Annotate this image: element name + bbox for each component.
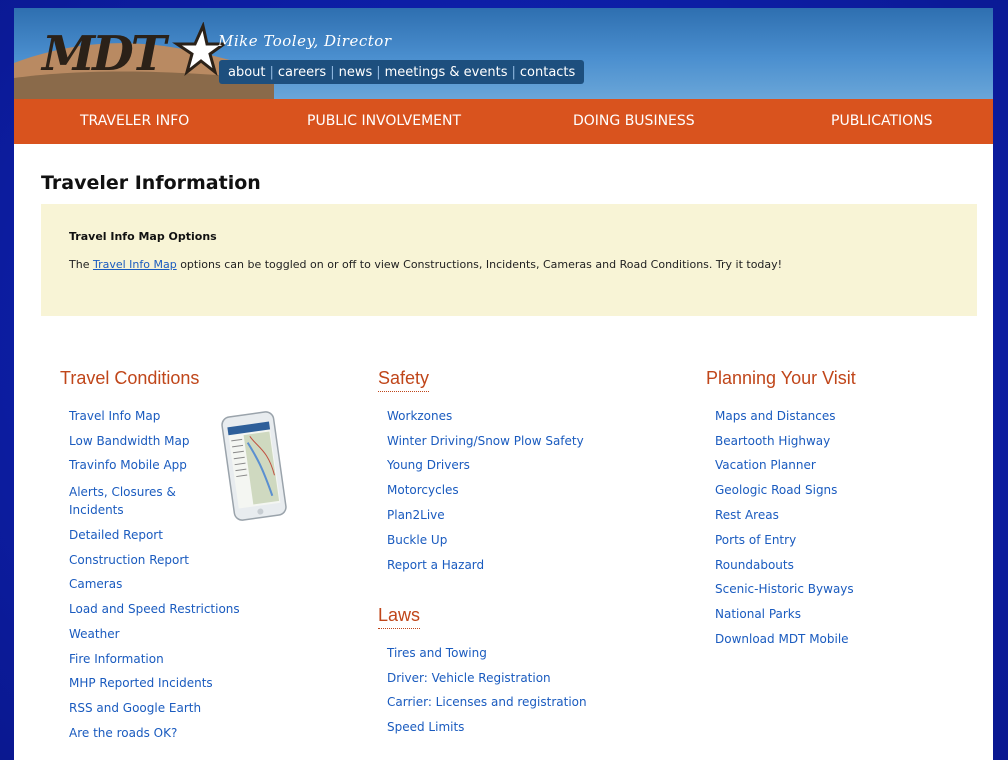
notice-text-after: options can be toggled on or off to view… [176, 258, 783, 271]
link-scenic-historic-byways[interactable]: Scenic-Historic Byways [715, 583, 854, 596]
nav-doing-business[interactable]: DOING BUSINESS [573, 113, 695, 129]
link-weather[interactable]: Weather [69, 628, 120, 641]
link-incidents[interactable]: Incidents [69, 504, 124, 517]
link-alerts-closures[interactable]: Alerts, Closures & [69, 486, 176, 499]
link-winter-driving[interactable]: Winter Driving/Snow Plow Safety [387, 435, 584, 448]
safety-heading: Safety [378, 368, 430, 392]
news-link[interactable]: news [336, 65, 376, 80]
link-geologic-road-signs[interactable]: Geologic Road Signs [715, 484, 837, 497]
link-plan2live[interactable]: Plan2Live [387, 509, 445, 522]
top-links: about | careers | news | meetings & even… [219, 60, 585, 84]
link-beartooth-highway[interactable]: Beartooth Highway [715, 435, 830, 448]
link-national-parks[interactable]: National Parks [715, 608, 801, 621]
link-rest-areas[interactable]: Rest Areas [715, 509, 779, 522]
travel-conditions-column: Travel Conditions [60, 368, 199, 389]
link-travel-info-map[interactable]: Travel Info Map [69, 410, 160, 423]
link-rss-google-earth[interactable]: RSS and Google Earth [69, 702, 201, 715]
notice-text-before: The [69, 258, 93, 271]
link-detailed-report[interactable]: Detailed Report [69, 529, 163, 542]
nav-publications[interactable]: PUBLICATIONS [831, 113, 933, 129]
link-download-mdt-mobile[interactable]: Download MDT Mobile [715, 633, 849, 646]
nav-traveler-info[interactable]: TRAVELER INFO [80, 113, 189, 129]
director-name: Mike Tooley, Director [218, 32, 392, 50]
link-cameras[interactable]: Cameras [69, 578, 122, 591]
link-mhp-reported-incidents[interactable]: MHP Reported Incidents [69, 677, 213, 690]
travel-info-map-link[interactable]: Travel Info Map [93, 258, 177, 271]
main-nav: TRAVELER INFO PUBLIC INVOLVEMENT DOING B… [14, 99, 993, 144]
link-buckle-up[interactable]: Buckle Up [387, 534, 447, 547]
meetings-events-link[interactable]: meetings & events [382, 65, 511, 80]
planning-column: Planning Your Visit [706, 368, 856, 389]
laws-column: Laws [378, 605, 421, 629]
link-are-roads-ok[interactable]: Are the roads OK? [69, 727, 177, 740]
link-load-speed-restrictions[interactable]: Load and Speed Restrictions [69, 603, 240, 616]
mobile-app-image[interactable] [218, 408, 290, 524]
link-vacation-planner[interactable]: Vacation Planner [715, 459, 816, 472]
link-roundabouts[interactable]: Roundabouts [715, 559, 794, 572]
link-tires-towing[interactable]: Tires and Towing [387, 647, 487, 660]
link-young-drivers[interactable]: Young Drivers [387, 459, 470, 472]
link-ports-of-entry[interactable]: Ports of Entry [715, 534, 796, 547]
notice-box: Travel Info Map Options The Travel Info … [41, 204, 977, 316]
link-travinfo-mobile-app[interactable]: Travinfo Mobile App [69, 459, 187, 472]
nav-public-involvement[interactable]: PUBLIC INVOLVEMENT [307, 113, 461, 129]
travel-conditions-heading: Travel Conditions [60, 368, 200, 388]
safety-column: Safety [378, 368, 430, 392]
careers-link[interactable]: careers [275, 65, 329, 80]
link-speed-limits[interactable]: Speed Limits [387, 721, 464, 734]
link-driver-vehicle-registration[interactable]: Driver: Vehicle Registration [387, 672, 551, 685]
laws-heading: Laws [378, 605, 421, 629]
page: MDT Mike Tooley, Director about | career… [14, 8, 993, 760]
notice-text: The Travel Info Map options can be toggl… [69, 258, 782, 271]
header-banner: MDT Mike Tooley, Director about | career… [14, 8, 993, 99]
link-workzones[interactable]: Workzones [387, 410, 452, 423]
link-motorcycles[interactable]: Motorcycles [387, 484, 459, 497]
link-carrier-licenses[interactable]: Carrier: Licenses and registration [387, 696, 587, 709]
contacts-link[interactable]: contacts [517, 65, 578, 80]
planning-heading: Planning Your Visit [706, 368, 856, 388]
link-low-bandwidth-map[interactable]: Low Bandwidth Map [69, 435, 189, 448]
link-fire-information[interactable]: Fire Information [69, 653, 164, 666]
link-construction-report[interactable]: Construction Report [69, 554, 189, 567]
link-maps-distances[interactable]: Maps and Distances [715, 410, 836, 423]
page-title: Traveler Information [41, 172, 261, 194]
notice-title: Travel Info Map Options [69, 230, 217, 243]
link-report-hazard[interactable]: Report a Hazard [387, 559, 484, 572]
star-icon [172, 22, 225, 77]
mdt-logo[interactable]: MDT [42, 30, 166, 78]
about-link[interactable]: about [225, 65, 269, 80]
